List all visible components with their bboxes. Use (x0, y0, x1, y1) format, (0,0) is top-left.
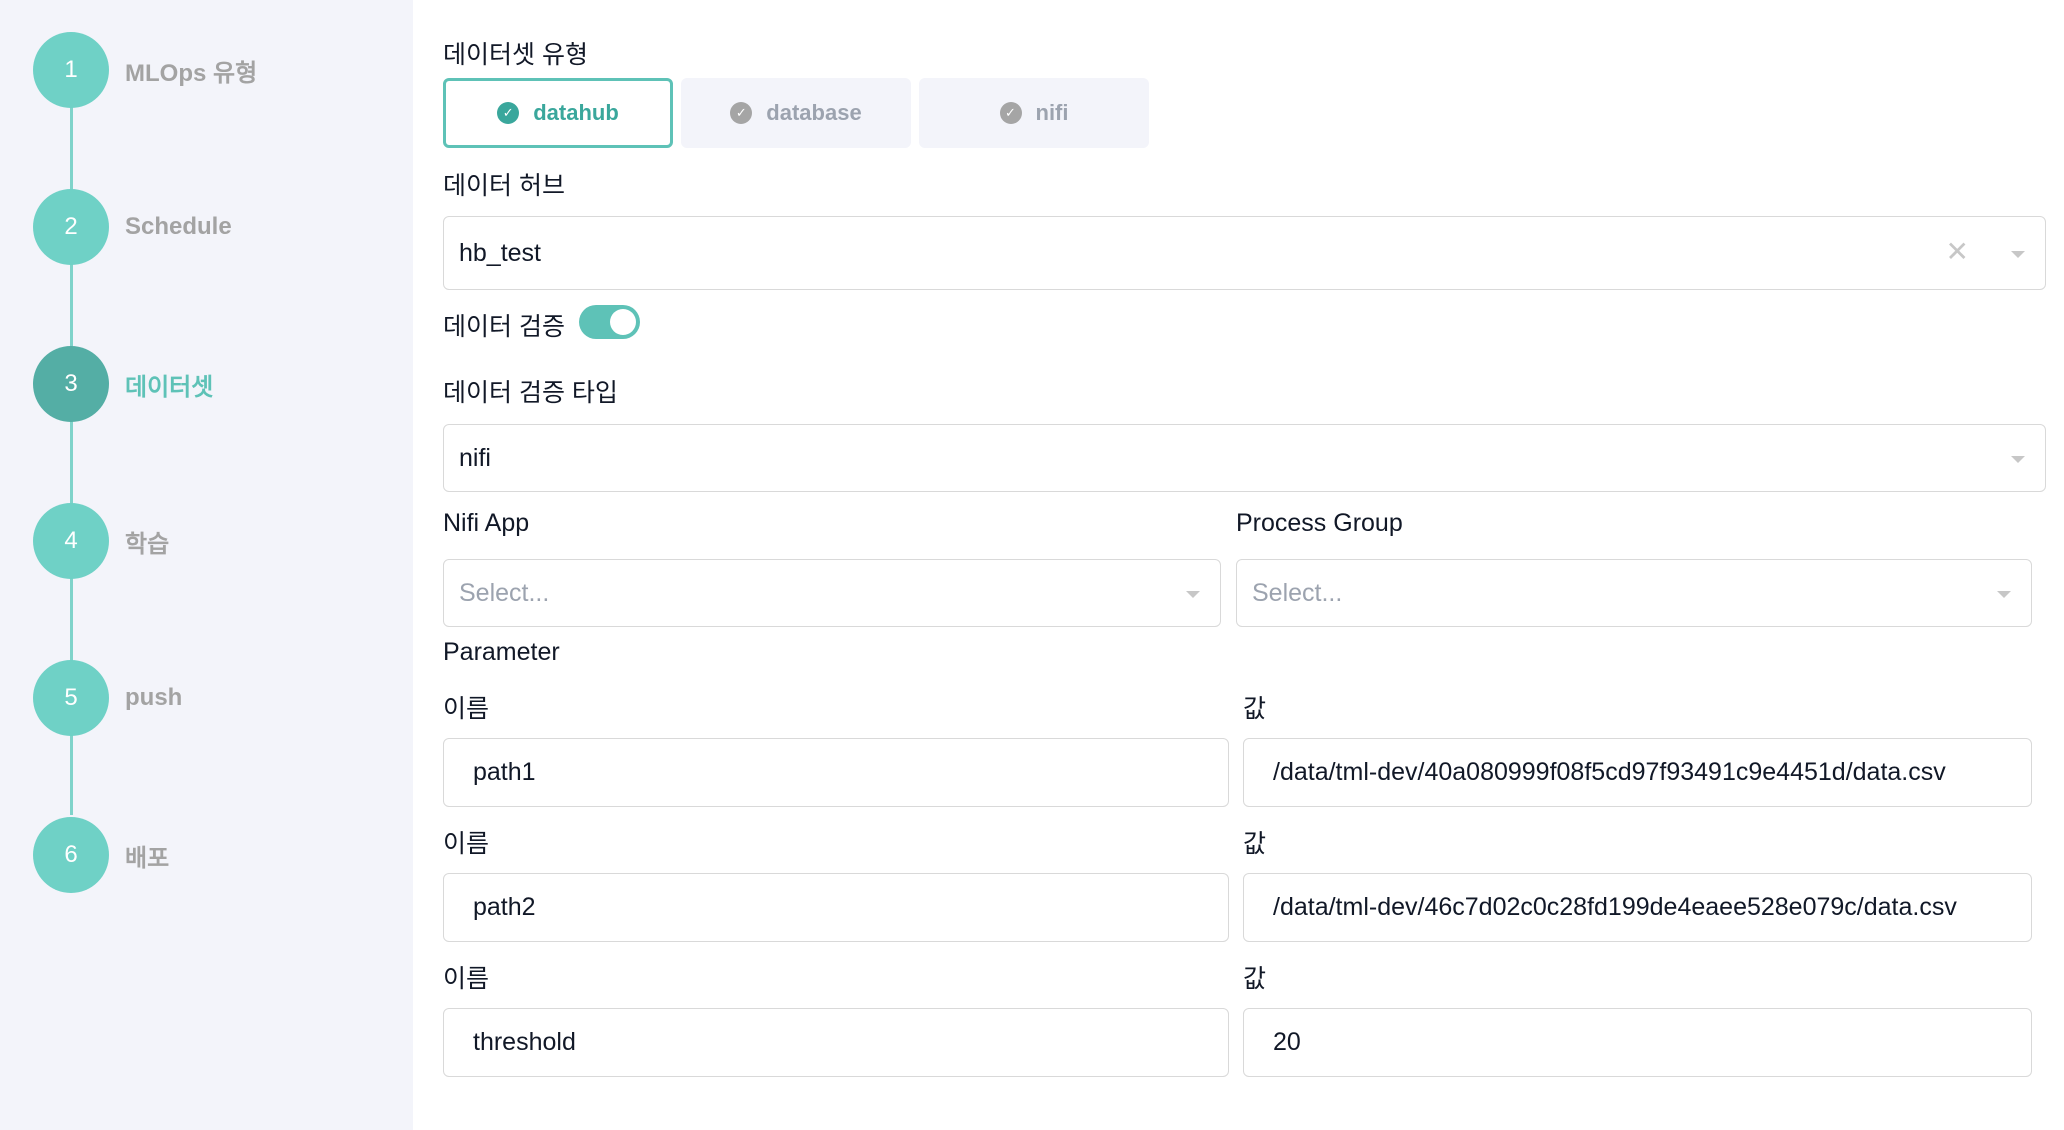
chevron-down-icon (2011, 456, 2025, 463)
validation-type-select[interactable]: nifi (443, 424, 2046, 492)
step-schedule[interactable]: 2 Schedule (33, 189, 232, 265)
dataset-type-option-label: database (766, 100, 862, 125)
step-number-badge: 1 (33, 32, 109, 108)
data-validation-toggle[interactable] (579, 305, 640, 339)
dataset-type-option-label: nifi (1035, 100, 1069, 125)
step-deploy[interactable]: 6 배포 (33, 817, 169, 893)
dataset-type-datahub-button[interactable]: ✓ datahub (443, 78, 673, 148)
step-label: 데이터셋 (125, 373, 214, 401)
data-validation-label: 데이터 검증 (443, 313, 565, 341)
param-name-input[interactable]: path2 (443, 873, 1229, 942)
param-name-input[interactable]: path1 (443, 738, 1229, 807)
param-value-input[interactable]: /data/tml-dev/40a080999f08f5cd97f93491c9… (1243, 738, 2032, 807)
check-circle-icon: ✓ (999, 102, 1022, 124)
step-number-badge: 6 (33, 817, 109, 893)
mlops-wizard: 1 MLOps 유형 2 Schedule 3 데이터셋 4 학습 5 push… (0, 0, 2064, 1130)
chevron-down-icon (2011, 251, 2025, 258)
stepper-sidebar: 1 MLOps 유형 2 Schedule 3 데이터셋 4 학습 5 push… (0, 0, 413, 1130)
data-hub-label: 데이터 허브 (443, 172, 565, 200)
step-label: push (125, 684, 183, 711)
param-name-label: 이름 (443, 965, 490, 993)
param-value-label: 값 (1243, 695, 1267, 723)
step-label: 학습 (125, 530, 170, 558)
step-number-badge: 3 (33, 346, 109, 422)
step-mlops-type[interactable]: 1 MLOps 유형 (33, 32, 257, 108)
nifi-app-label: Nifi App (443, 509, 530, 537)
chevron-down-icon (1997, 591, 2011, 598)
step-label: Schedule (125, 213, 232, 240)
nifi-app-select[interactable]: Select... (443, 559, 1221, 627)
process-group-label: Process Group (1236, 509, 1403, 537)
parameter-label: Parameter (443, 638, 560, 666)
nifi-app-placeholder: Select... (459, 578, 550, 607)
param-name-label: 이름 (443, 695, 490, 723)
check-circle-icon: ✓ (497, 102, 520, 124)
step-label: MLOps 유형 (125, 59, 258, 87)
step-number-badge: 2 (33, 189, 109, 265)
step-label: 배포 (125, 844, 170, 872)
step-dataset[interactable]: 3 데이터셋 (33, 346, 213, 422)
data-hub-select[interactable]: hb_test ✕ (443, 216, 2046, 290)
step-number-badge: 4 (33, 503, 109, 579)
toggle-knob (610, 309, 636, 335)
validation-type-value: nifi (459, 443, 491, 472)
dataset-type-database-button[interactable]: ✓ database (681, 78, 911, 148)
chevron-down-icon (1186, 591, 1200, 598)
param-name-input[interactable]: threshold (443, 1008, 1229, 1077)
data-hub-value: hb_test (459, 238, 542, 267)
dataset-type-nifi-button[interactable]: ✓ nifi (919, 78, 1149, 148)
step-number-badge: 5 (33, 660, 109, 736)
process-group-placeholder: Select... (1252, 578, 1343, 607)
dataset-type-label: 데이터셋 유형 (443, 41, 588, 69)
validation-type-label: 데이터 검증 타입 (443, 379, 618, 407)
param-value-label: 값 (1243, 965, 1267, 993)
step-push[interactable]: 5 push (33, 660, 182, 736)
param-value-input[interactable]: 20 (1243, 1008, 2032, 1077)
param-value-input[interactable]: /data/tml-dev/46c7d02c0c28fd199de4eaee52… (1243, 873, 2032, 942)
dataset-type-option-label: datahub (533, 100, 619, 125)
dataset-form: 데이터셋 유형 ✓ datahub ✓ database ✓ nifi 데이터 … (413, 0, 2064, 1130)
process-group-select[interactable]: Select... (1236, 559, 2032, 627)
param-name-label: 이름 (443, 830, 490, 858)
clear-icon[interactable]: ✕ (1946, 238, 1969, 266)
param-value-label: 값 (1243, 830, 1267, 858)
check-circle-icon: ✓ (730, 102, 753, 124)
step-training[interactable]: 4 학습 (33, 503, 169, 579)
